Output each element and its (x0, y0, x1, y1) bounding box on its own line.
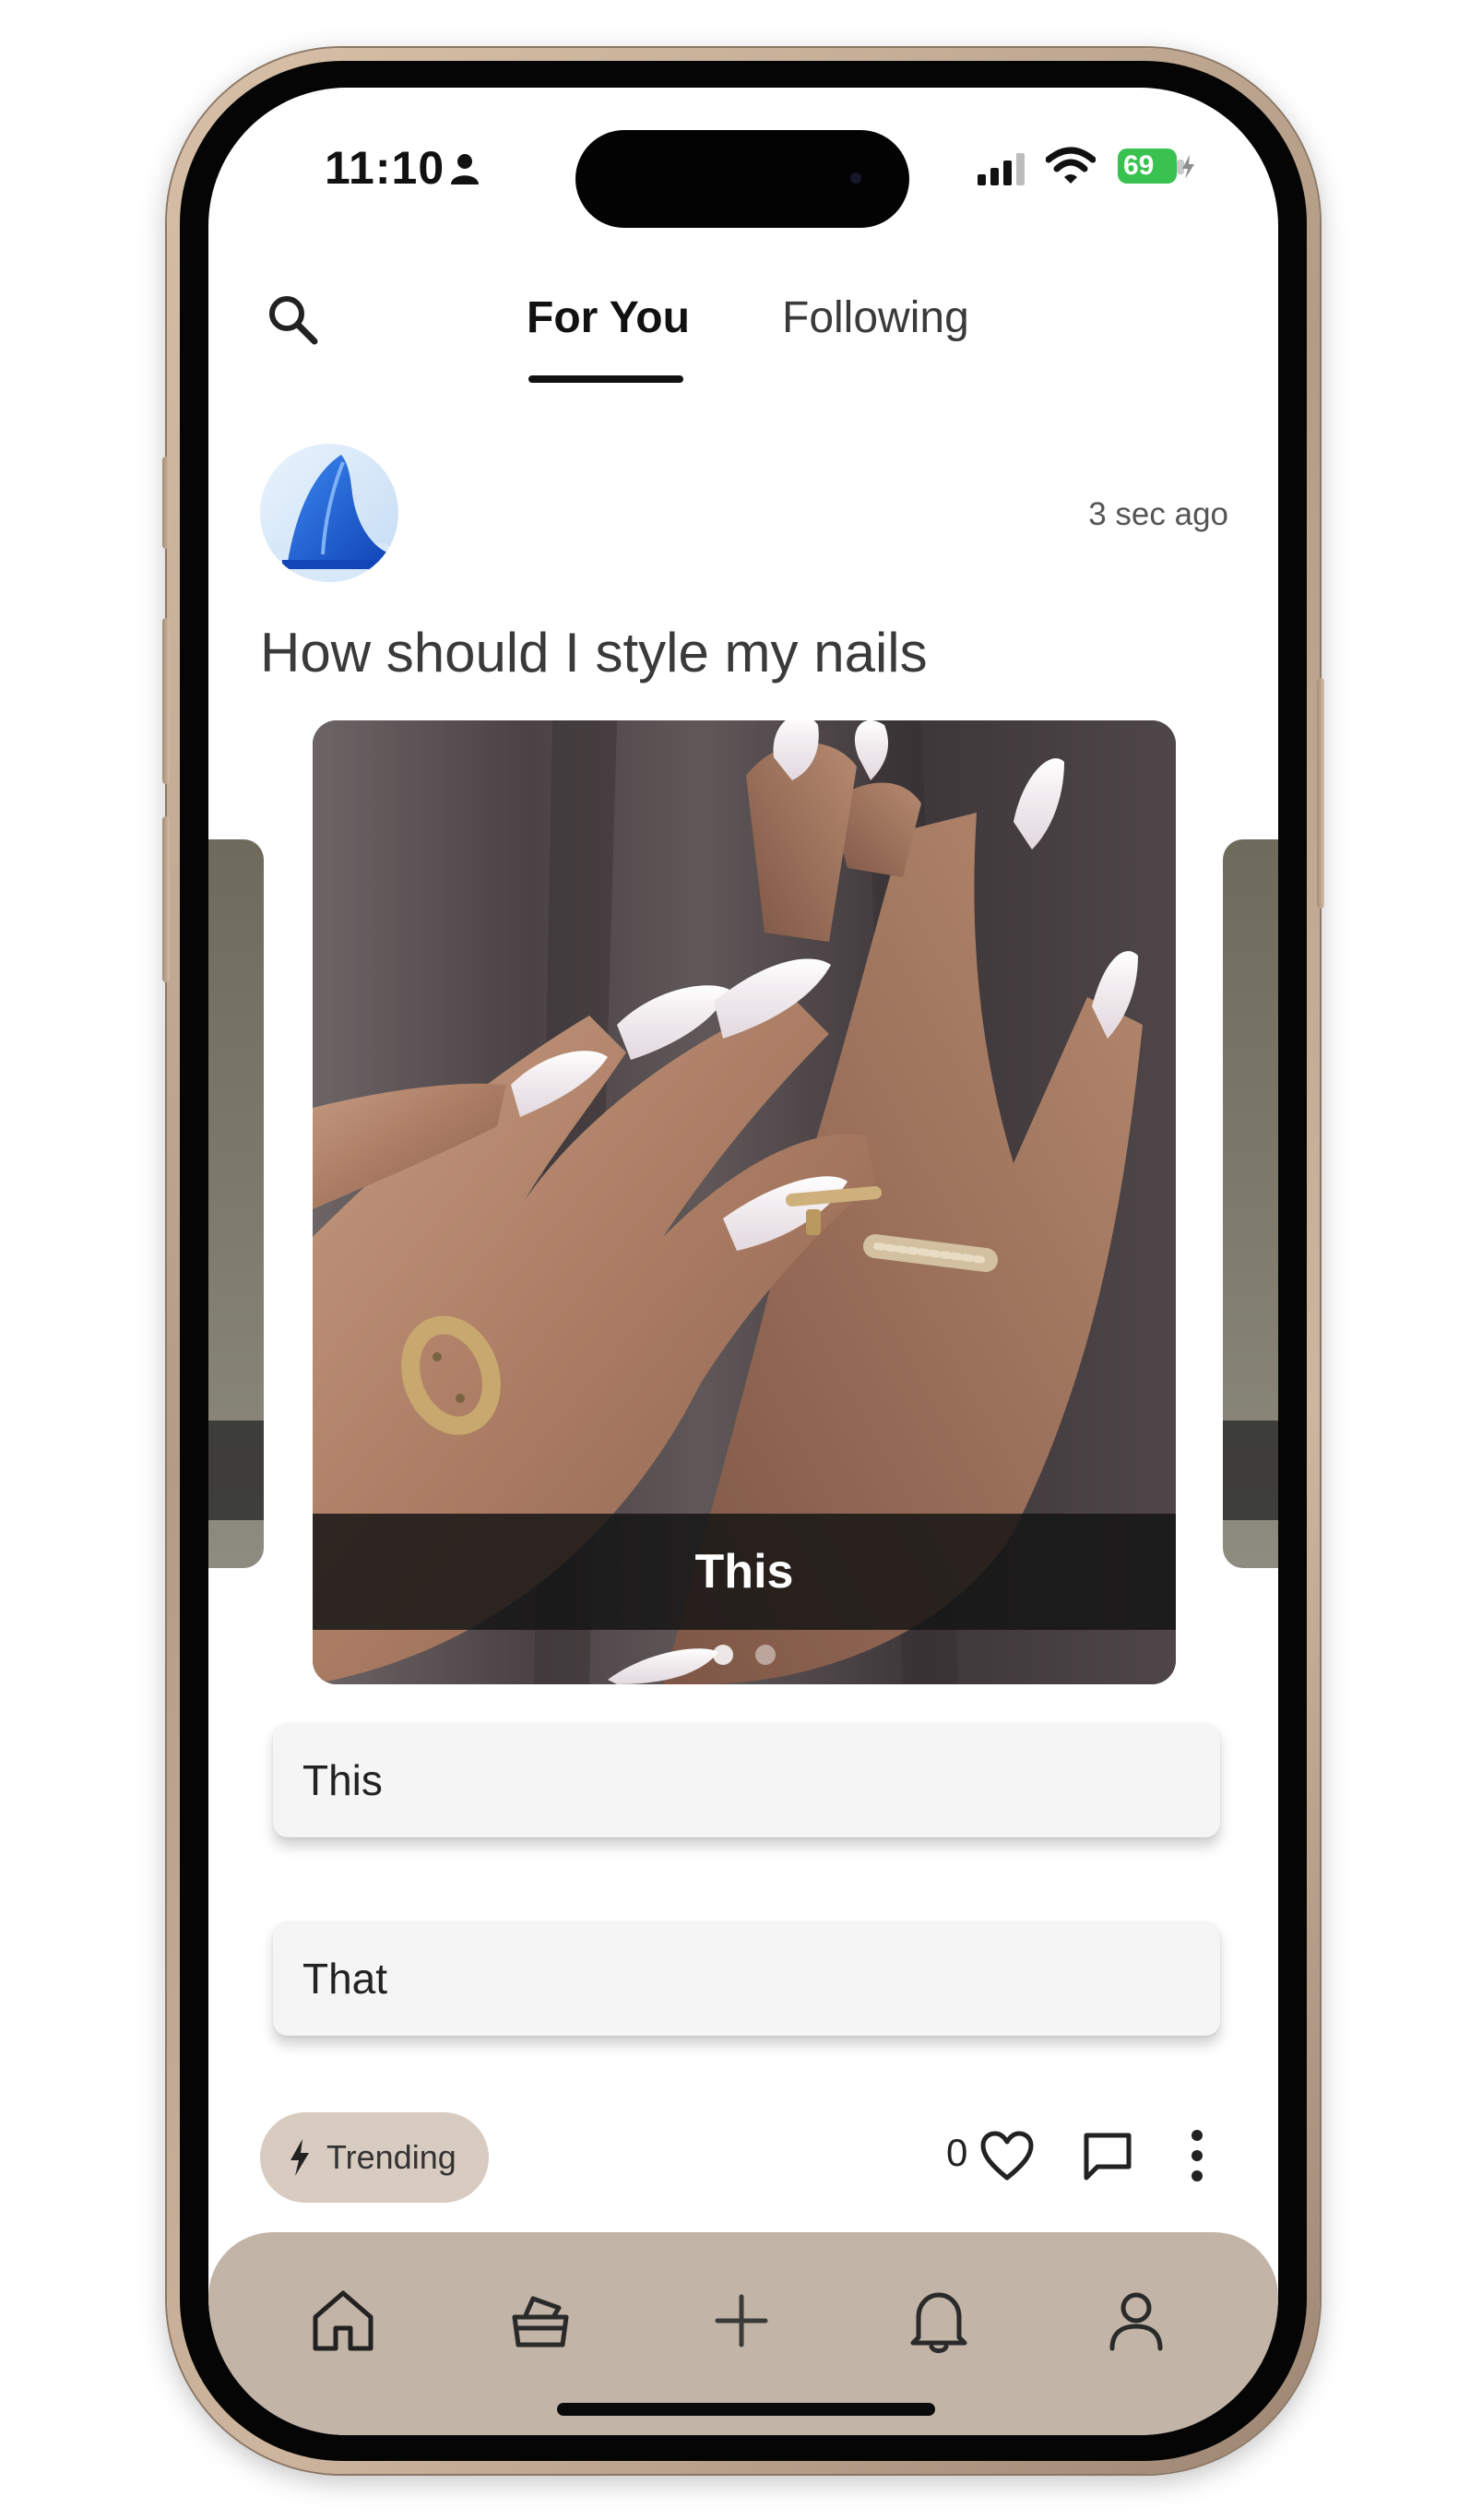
search-icon[interactable] (264, 291, 321, 348)
camera-dot (850, 172, 861, 184)
lightning-icon (290, 2139, 309, 2176)
trending-label: Trending (326, 2138, 456, 2176)
carousel-prev-card[interactable] (208, 839, 264, 1568)
heart-icon[interactable] (979, 2130, 1035, 2181)
charging-bolt-icon (1177, 155, 1194, 179)
post-title: How should I style my nails (260, 622, 928, 683)
home-icon[interactable] (308, 2286, 378, 2356)
carousel-dot-2[interactable] (755, 1645, 776, 1665)
volume-up-button (162, 618, 170, 784)
person-icon (451, 154, 479, 184)
carousel-dot-1[interactable] (713, 1645, 733, 1665)
app-screen: 11:10 69 For You Following 3 sec ago How… (208, 88, 1278, 2435)
volume-down-button (162, 816, 170, 982)
avatar[interactable] (260, 444, 398, 582)
dynamic-island (575, 130, 909, 228)
tab-active-indicator (528, 375, 683, 383)
vote-option-that[interactable]: That (273, 1921, 1220, 2036)
vote-option-this[interactable]: This (273, 1723, 1220, 1837)
like-count: 0 (946, 2131, 968, 2174)
home-indicator[interactable] (557, 2403, 935, 2416)
plus-icon[interactable] (706, 2286, 777, 2356)
carousel-photo-card[interactable]: This (313, 720, 1176, 1684)
trending-badge[interactable]: Trending (260, 2112, 489, 2203)
status-time: 11:10 (325, 142, 445, 194)
wifi-icon (1046, 147, 1096, 184)
carousel-caption: This (313, 1514, 1176, 1630)
next-card-caption-band (1223, 1420, 1278, 1520)
more-options-icon[interactable] (1188, 2128, 1206, 2183)
carousel-next-card[interactable] (1223, 839, 1278, 1568)
carousel-pagination (313, 1645, 1176, 1667)
prev-card-caption-band (208, 1420, 264, 1520)
tab-following[interactable]: Following (782, 292, 969, 343)
action-button (162, 457, 170, 549)
comment-icon[interactable] (1081, 2130, 1134, 2181)
signal-icon (978, 153, 1025, 185)
power-button (1317, 678, 1324, 909)
basket-icon[interactable] (505, 2286, 575, 2356)
tab-for-you[interactable]: For You (527, 292, 690, 343)
profile-icon[interactable] (1101, 2286, 1171, 2356)
post-timestamp: 3 sec ago (1088, 496, 1228, 532)
battery-indicator: 69 (1118, 149, 1177, 184)
bell-icon[interactable] (904, 2286, 974, 2356)
sail-logo-icon (260, 444, 398, 582)
